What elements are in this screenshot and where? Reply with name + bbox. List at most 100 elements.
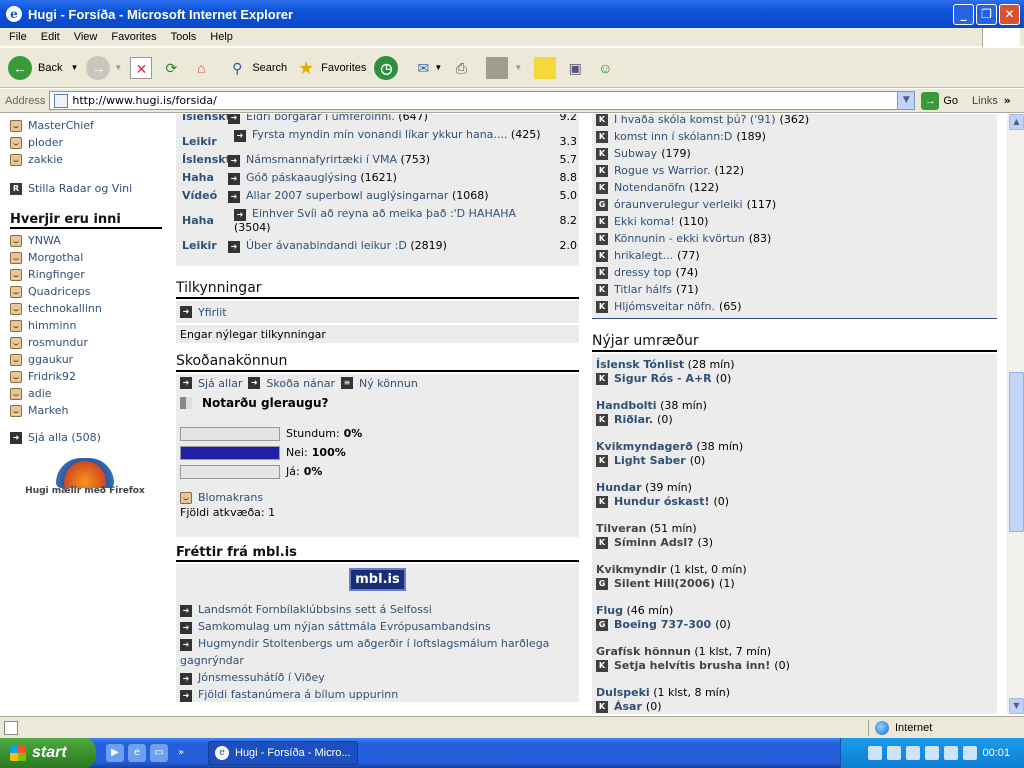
chevron-down-icon[interactable]: ▼ (70, 63, 78, 72)
online-user-row[interactable]: rosmundur (10, 334, 166, 351)
topic-row[interactable]: K Notendanöfn (122) (592, 179, 997, 196)
online-user-row[interactable]: adie (10, 385, 166, 402)
chevron-right-icon[interactable]: » (1004, 94, 1011, 107)
online-user-name[interactable]: ggaukur (28, 353, 73, 366)
discussion-topic[interactable]: K Sigur Rós - A+R (0) (596, 372, 997, 385)
online-user-name[interactable]: rosmundur (28, 336, 88, 349)
discussion-topic[interactable]: K Setja helvítis brusha inn! (0) (596, 659, 997, 672)
article-link[interactable]: Einhver Svíi að reyna að meika það :'D H… (252, 207, 516, 220)
show-desktop-icon[interactable]: ▭ (150, 744, 168, 762)
discuss-button[interactable] (534, 56, 557, 79)
news-item[interactable]: ➜ Samkomulag um nýjan sáttmála Evrópusamb… (180, 618, 575, 635)
chevron-down-icon[interactable]: ▼ (514, 63, 522, 72)
topic-row[interactable]: K Subway (179) (592, 145, 997, 162)
back-button[interactable]: ← Back ▼ (8, 55, 78, 80)
article-row[interactable]: Leikir ➜ Úber ávanabindandi leikur :D (281… (176, 239, 579, 253)
article-row[interactable]: Vídeó ➜ Allar 2007 superbowl auglýsingarna… (176, 189, 579, 203)
topic-link[interactable]: Notendanöfn (614, 181, 685, 194)
article-link[interactable]: Allar 2007 superbowl auglýsingarnar (246, 189, 448, 202)
refresh-button[interactable]: ⟳ (160, 57, 182, 79)
topic-link[interactable]: óraunverulegur verleiki (614, 198, 743, 211)
topic-link[interactable]: Hljómsveitar nöfn. (614, 300, 715, 313)
history-button[interactable]: ◷ (374, 55, 399, 80)
online-user-row[interactable]: Quadriceps (10, 283, 166, 300)
discussion-topic[interactable]: K Síminn Adsl? (3) (596, 536, 997, 549)
news-item[interactable]: ➜ Jónsmessuhátíð í Viðey (180, 669, 575, 686)
online-user-row[interactable]: Morgothal (10, 249, 166, 266)
poll-details-link[interactable]: Skoða nánar (266, 377, 335, 390)
scroll-down-icon[interactable]: ▼ (1009, 698, 1024, 714)
topic-link[interactable]: Titlar hálfs (614, 283, 672, 296)
topic-link[interactable]: Síminn Adsl? (614, 536, 694, 549)
menu-file[interactable]: File (9, 31, 27, 43)
online-user-row[interactable]: Ringfinger (10, 266, 166, 283)
online-user-name[interactable]: Fridrik92 (28, 370, 76, 383)
news-item[interactable]: ➜ Fjöldi fastanúmera á bílum uppurinn (180, 686, 575, 703)
chevron-down-icon[interactable]: ▼ (897, 92, 915, 109)
network-icon[interactable] (925, 746, 940, 760)
topic-link[interactable]: Hundur óskast! (614, 495, 710, 508)
article-row[interactable]: Íslenskt ➜ Námsmannafyrirtæki í VMA (753) 5… (176, 153, 579, 167)
topic-link[interactable]: Sigur Rós - A+R (614, 372, 712, 385)
menu-favorites[interactable]: Favorites (111, 31, 156, 43)
article-link[interactable]: Fyrsta myndin mín vonandi líkar ykkur ha… (252, 128, 507, 141)
stop-button[interactable]: ✕ (130, 56, 153, 79)
online-user-row[interactable]: technokallinn (10, 300, 166, 317)
firefox-badge[interactable]: Hugi mælir með Firefox (10, 458, 160, 496)
topic-link[interactable]: Könnunin - ekki kvörtun (614, 232, 745, 245)
news-item[interactable]: ➜ Hugmyndir Stoltenbergs um aðgerðir í lo… (180, 635, 575, 669)
user-row[interactable]: MasterChief (10, 117, 166, 134)
topic-row[interactable]: K Í hvaða skóla komst þú? ('91) (362) (592, 114, 997, 128)
scroll-thumb[interactable] (1009, 372, 1024, 532)
topic-row[interactable]: K Könnunin - ekki kvörtun (83) (592, 230, 997, 247)
board-link[interactable]: Tilveran (596, 522, 646, 535)
news-link[interactable]: Hugmyndir Stoltenbergs um aðgerðir í lof… (180, 637, 549, 667)
maximize-button[interactable]: ❐ (976, 3, 997, 25)
tray-icon[interactable] (868, 746, 883, 760)
online-user-row[interactable]: YNWA (10, 232, 166, 249)
taskbar-ie-window[interactable]: e Hugi - Forsíða - Micro... (208, 741, 358, 765)
news-item[interactable]: ➜ Landsmót Fornbílaklúbbsins sett á Selfo… (180, 601, 575, 618)
topic-row[interactable]: Kkomst inn í skólann:D (189) (592, 128, 997, 145)
menu-tools[interactable]: Tools (171, 31, 197, 43)
topic-link[interactable]: Rogue vs Warrior. (614, 164, 710, 177)
discussion-topic[interactable]: K Hundur óskast! (0) (596, 495, 997, 508)
online-user-name[interactable]: Morgothal (28, 251, 83, 264)
poll-author[interactable]: Blomakrans (180, 489, 575, 506)
board-link[interactable]: Flug (596, 604, 623, 617)
article-link[interactable]: Námsmannafyrirtæki í VMA (246, 153, 397, 166)
topic-row[interactable]: K Ekki koma! (110) (592, 213, 997, 230)
discussion-topic[interactable]: G Boeing 737-300 (0) (596, 618, 997, 631)
board-link[interactable]: Kvikmyndir (596, 563, 666, 576)
poll-new-link[interactable]: Ný könnun (359, 377, 418, 390)
poll-see-all-link[interactable]: Sjá allar (198, 377, 242, 390)
article-row[interactable]: Leikir ➜ Fyrsta myndin mín vonandi líkar y… (176, 128, 579, 149)
go-button[interactable]: → Go (921, 91, 958, 110)
discussion-topic[interactable]: K Riðlar. (0) (596, 413, 997, 426)
article-category[interactable]: Vídeó (176, 189, 228, 203)
online-user-name[interactable]: adie (28, 387, 52, 400)
scroll-up-icon[interactable]: ▲ (1009, 114, 1024, 130)
discussion-topic[interactable]: K Light Saber (0) (596, 454, 997, 467)
mbl-logo[interactable]: mbl.is (180, 568, 575, 591)
board-link[interactable]: Kvikmyndagerð (596, 440, 693, 453)
topic-link[interactable]: Setja helvítis brusha inn! (614, 659, 770, 672)
news-link[interactable]: Landsmót Fornbílaklúbbsins sett á Selfos… (198, 603, 432, 616)
user-row[interactable]: zakkie (10, 151, 166, 168)
topic-link[interactable]: Light Saber (614, 454, 686, 467)
online-user-name[interactable]: himminn (28, 319, 76, 332)
menu-help[interactable]: Help (210, 31, 233, 43)
edit-button[interactable]: ▼ (486, 56, 522, 79)
board-link[interactable]: Hundar (596, 481, 642, 494)
topic-link[interactable]: Boeing 737-300 (614, 618, 711, 631)
topic-link[interactable]: Silent Hill(2006) (614, 577, 715, 590)
search-button[interactable]: ⚲ Search (226, 57, 287, 79)
online-user-name[interactable]: Markeh (28, 404, 68, 417)
volume-icon[interactable] (944, 746, 959, 760)
vertical-scrollbar[interactable]: ▲ ▼ (1007, 114, 1024, 714)
board-link[interactable]: Íslensk Tónlist (596, 358, 684, 371)
topic-link[interactable]: Ásar (614, 700, 642, 713)
online-user-name[interactable]: YNWA (28, 234, 61, 247)
topic-link[interactable]: dressy top (614, 266, 672, 279)
start-button[interactable]: start (0, 738, 96, 768)
